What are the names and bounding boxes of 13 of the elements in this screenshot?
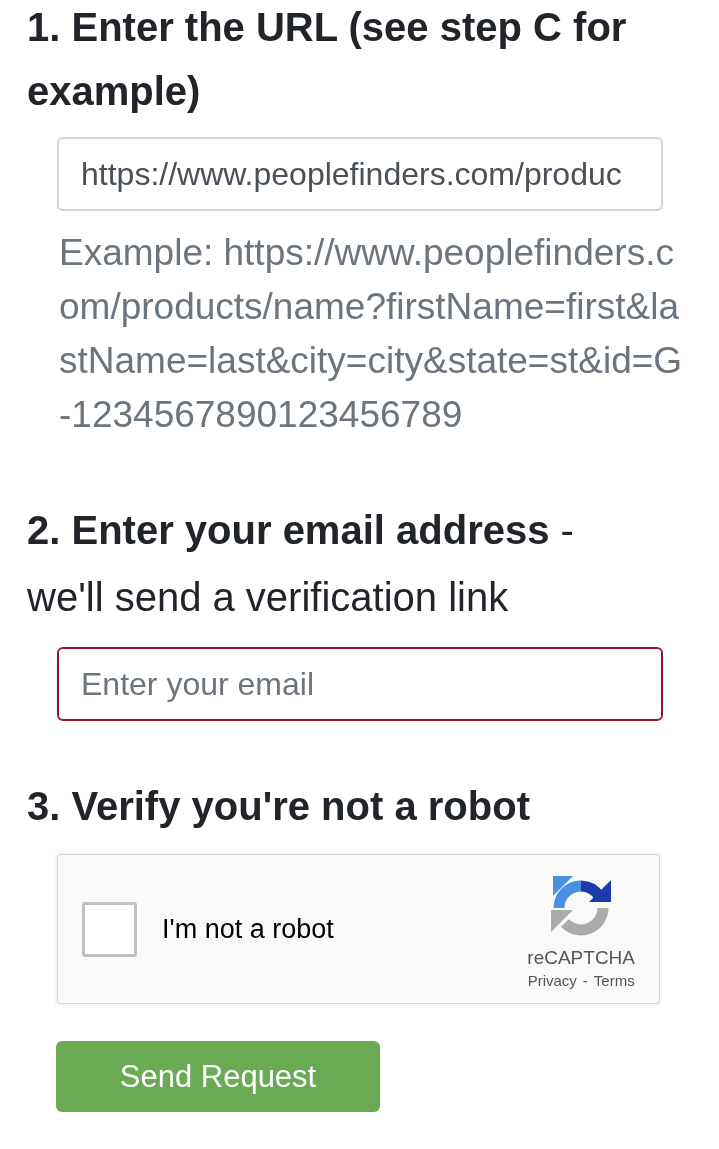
- captcha-brand: reCAPTCHA: [527, 947, 635, 969]
- checkbox[interactable]: [82, 901, 137, 957]
- link-separator: -: [582, 972, 588, 990]
- footer-link[interactable]: Privacy: [527, 972, 577, 990]
- url-field[interactable]: https://www.peoplefinders.com/produc: [57, 137, 663, 211]
- step-heading: 3. Verify you're not a robot: [27, 783, 531, 830]
- step-heading: 2. Enter your email address - we'll send a verification link: [27, 507, 575, 621]
- email-field[interactable]: Enter your email: [57, 647, 663, 721]
- example-text: Example: https://www.peoplefinders.com/products/name?firstName=first&lastName=last&city=city&state=st&id=G-1234567890123456789: [59, 231, 684, 437]
- step-heading: 1. Enter the URL (see step C for example): [27, 4, 628, 115]
- footer-link[interactable]: Terms: [593, 972, 635, 990]
- checkbox-label: I'm not a robot: [162, 913, 334, 945]
- circular-arrows-icon: [551, 876, 612, 936]
